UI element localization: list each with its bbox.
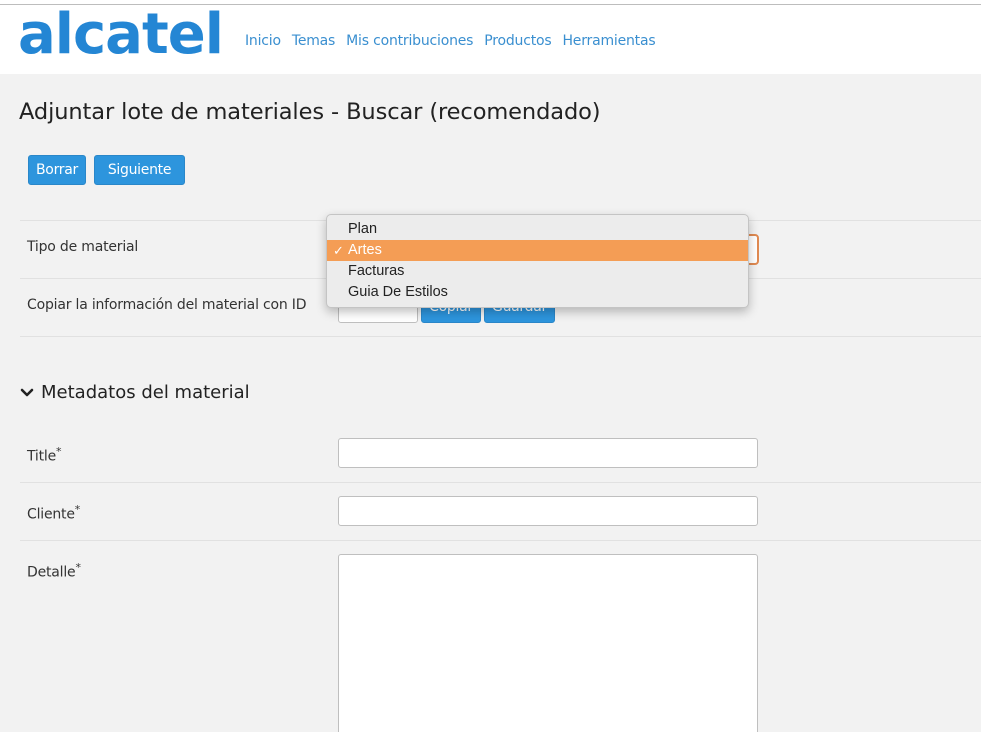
row-divider (20, 482, 981, 483)
copy-id-label: Copiar la información del material con I… (27, 297, 307, 313)
nav-herramientas[interactable]: Herramientas (562, 33, 655, 49)
next-button[interactable]: Siguiente (94, 155, 185, 185)
material-type-dropdown-menu: Plan ✓ Artes Facturas Guia De Estilos (326, 214, 749, 308)
material-type-label: Tipo de material (27, 239, 139, 255)
option-facturas[interactable]: Facturas (327, 261, 748, 282)
option-guia-de-estilos[interactable]: Guia De Estilos (327, 282, 748, 303)
alcatel-logo[interactable]: alcatel (18, 9, 220, 71)
option-artes[interactable]: ✓ Artes (327, 240, 748, 261)
nav-mis-contribuciones[interactable]: Mis contribuciones (346, 33, 473, 49)
row-divider (20, 336, 981, 337)
main-nav: Inicio Temas Mis contribuciones Producto… (245, 33, 656, 49)
title-input[interactable] (338, 438, 758, 468)
option-plan[interactable]: Plan (327, 219, 748, 240)
metadata-section-header[interactable]: Metadatos del material (20, 382, 250, 403)
nav-productos[interactable]: Productos (484, 33, 551, 49)
nav-temas[interactable]: Temas (292, 33, 336, 49)
detalle-field-label: Detalle* (27, 561, 81, 581)
row-divider (20, 540, 981, 541)
site-header: alcatel Inicio Temas Mis contribuciones … (0, 5, 981, 74)
clear-button[interactable]: Borrar (28, 155, 86, 185)
title-field-label: Title* (27, 445, 62, 465)
detalle-textarea[interactable] (338, 554, 758, 732)
page-title: Adjuntar lote de materiales - Buscar (re… (19, 99, 601, 125)
cliente-field-label: Cliente* (27, 503, 81, 523)
metadata-section-title: Metadatos del material (41, 382, 250, 403)
checkmark-icon: ✓ (333, 243, 344, 258)
nav-inicio[interactable]: Inicio (245, 33, 281, 49)
cliente-input[interactable] (338, 496, 758, 526)
chevron-down-icon (20, 388, 34, 396)
svg-text:alcatel: alcatel (18, 9, 220, 67)
